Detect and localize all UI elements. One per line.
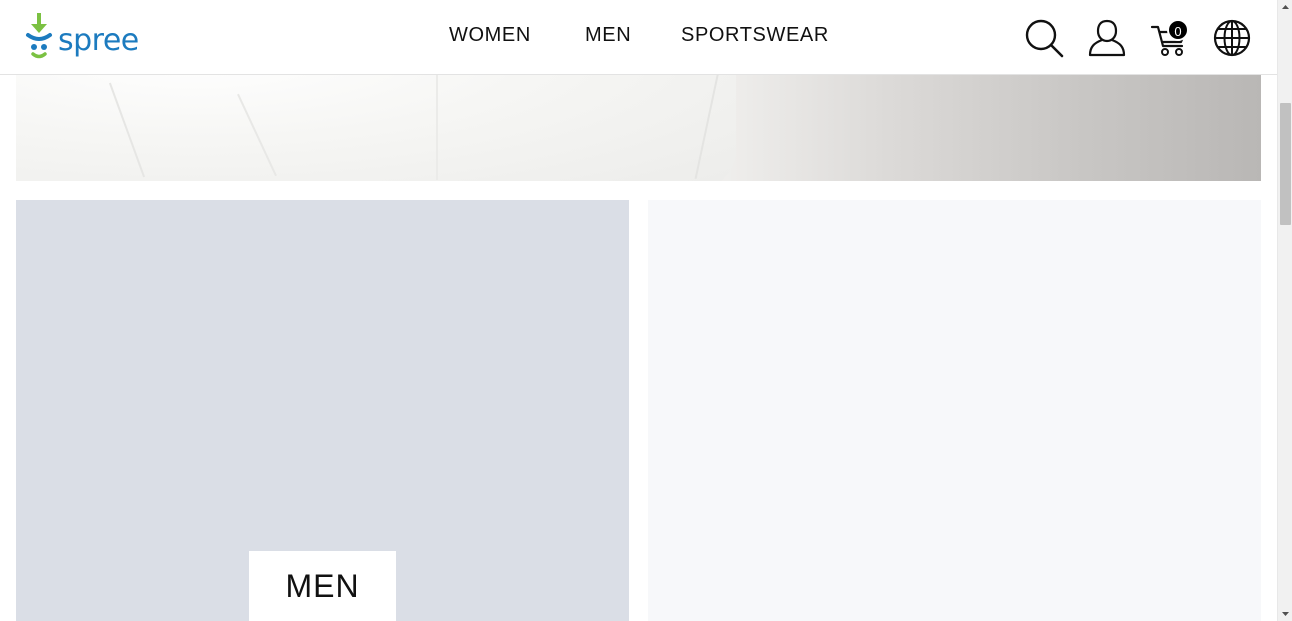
category-tile-placeholder[interactable] xyxy=(648,200,1261,621)
scrollbar-thumb[interactable] xyxy=(1280,103,1291,225)
vertical-scrollbar[interactable] xyxy=(1277,0,1292,621)
category-tile-men[interactable]: MEN xyxy=(16,200,629,621)
spree-logo-icon xyxy=(25,13,53,61)
search-icon[interactable] xyxy=(1024,18,1064,58)
nav-item-women[interactable]: WOMEN xyxy=(449,24,531,47)
scroll-down-arrow-icon[interactable] xyxy=(1278,606,1292,621)
page: spree WOMEN MEN SPORTSWEAR 0 MEN xyxy=(0,0,1277,621)
account-icon[interactable] xyxy=(1087,18,1127,58)
nav-item-men[interactable]: MEN xyxy=(585,24,631,47)
scroll-up-arrow-icon[interactable] xyxy=(1278,0,1292,15)
logo-text: spree xyxy=(58,22,139,58)
hero-banner-image[interactable] xyxy=(16,60,1261,181)
site-header: spree WOMEN MEN SPORTSWEAR 0 xyxy=(0,0,1277,75)
globe-icon[interactable] xyxy=(1212,18,1252,58)
spree-logo[interactable]: spree xyxy=(25,13,145,61)
category-label-men[interactable]: MEN xyxy=(249,551,396,621)
nav-item-sportswear[interactable]: SPORTSWEAR xyxy=(681,24,829,47)
cart-count-badge: 0 xyxy=(1167,19,1189,41)
